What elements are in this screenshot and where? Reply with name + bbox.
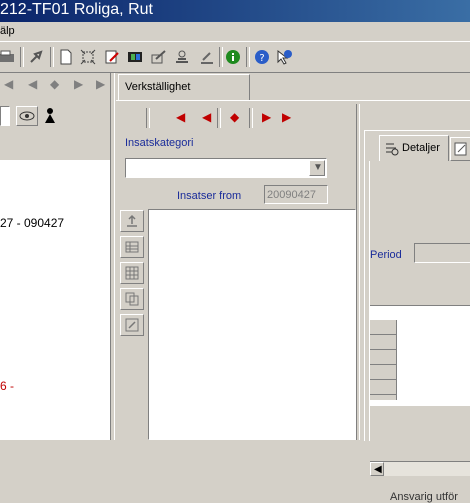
case-list[interactable]: 27 - 090427 6 -: [0, 160, 110, 440]
tab-verkstallighet-label: Verkställighet: [125, 81, 191, 93]
grid-row-header[interactable]: [370, 320, 396, 335]
horizontal-scrollbar[interactable]: ◀: [370, 461, 470, 476]
menu-help[interactable]: älp: [0, 25, 15, 37]
detail-grid[interactable]: [370, 305, 470, 406]
record-prev-icon[interactable]: ◀: [202, 110, 211, 124]
svg-text:?: ?: [259, 53, 264, 64]
copy-icon: [125, 292, 139, 306]
grid-row-header[interactable]: [370, 380, 396, 395]
record-next-icon[interactable]: ▶: [262, 110, 271, 124]
insatskategori-select[interactable]: ▼: [125, 158, 327, 178]
left-search-field[interactable]: [0, 106, 10, 126]
edit-icon: [125, 318, 139, 332]
nav-prev-icon[interactable]: ◀: [28, 77, 37, 91]
eye-icon: [19, 111, 35, 121]
tab-detaljer-label: Detaljer: [402, 142, 440, 154]
panel-splitter[interactable]: [110, 73, 115, 440]
grid-row-header[interactable]: [370, 335, 396, 350]
tab-divider: [116, 100, 470, 101]
case-red-entry: 6 -: [0, 379, 15, 393]
person-icon: [45, 108, 55, 123]
details-icon: [386, 143, 399, 156]
detail-splitter[interactable]: [356, 104, 360, 440]
title-bar: 212-TF01 Roliga, Rut: [0, 0, 470, 22]
case-date-range: 27 - 090427: [0, 216, 65, 230]
scroll-left-button[interactable]: ◀: [370, 462, 384, 476]
notes-icon: [454, 142, 467, 156]
action-button-grid[interactable]: [120, 262, 144, 284]
action-button-copy[interactable]: [120, 288, 144, 310]
arrow-left-icon: ◀: [374, 464, 382, 475]
menu-bar: älp: [0, 22, 470, 42]
info-icon[interactable]: [225, 49, 241, 65]
detail-panel: Detaljer Period ◀ Ansvarig utför: [364, 130, 470, 503]
nav-separator: [146, 108, 150, 128]
new-document-icon[interactable]: [58, 49, 74, 65]
edit-document-icon[interactable]: [104, 49, 120, 65]
record-first-icon[interactable]: ◀: [176, 110, 185, 124]
table-icon: [125, 241, 139, 253]
context-help-icon[interactable]: [276, 49, 292, 65]
insatser-from-field[interactable]: 20090427: [264, 185, 328, 204]
grid-icon: [125, 266, 139, 280]
grid-row-header[interactable]: [370, 365, 396, 380]
nav-next-icon[interactable]: ▶: [74, 77, 83, 91]
toolbar-separator: [219, 47, 223, 67]
record-current-icon[interactable]: ◆: [230, 110, 239, 124]
grid-row-headers: [370, 320, 397, 400]
toolbar-separator: [50, 47, 54, 67]
verkstallighet-panel: Verkställighet ◀ ◀ ◆ ▶ ▶ Insatskategori …: [116, 74, 470, 503]
toolbar-separator: [246, 47, 250, 67]
tab-detaljer[interactable]: Detaljer: [379, 135, 449, 161]
nav-first-icon[interactable]: ◀: [4, 77, 13, 91]
tab-notes[interactable]: [450, 137, 470, 161]
select-icon[interactable]: [80, 49, 96, 65]
add-row-icon: [127, 214, 137, 227]
grid-row-header[interactable]: [370, 350, 396, 365]
nav-current-icon[interactable]: ◆: [50, 77, 59, 91]
insatser-from-value: 20090427: [267, 189, 316, 201]
tab-verkstallighet[interactable]: Verkställighet: [118, 74, 250, 100]
pin-icon[interactable]: [28, 49, 44, 65]
nav-separator: [217, 108, 221, 128]
window-title: 212-TF01 Roliga, Rut: [0, 1, 153, 18]
insatskategori-label: Insatskategori: [125, 137, 194, 149]
view-button[interactable]: [16, 106, 38, 126]
dropdown-button[interactable]: ▼: [309, 160, 325, 176]
ansvarig-label: Ansvarig utför: [390, 491, 458, 503]
left-nav-bar: ◀ ◀ ◆ ▶ ▶: [0, 77, 114, 95]
chevron-down-icon: ▼: [313, 162, 323, 173]
action-button-table[interactable]: [120, 236, 144, 258]
help-icon[interactable]: ?: [254, 49, 270, 65]
toolbar: ?: [0, 42, 470, 73]
record-last-icon[interactable]: ▶: [282, 110, 291, 124]
toolbar-separator: [20, 47, 24, 67]
stamp-icon[interactable]: [174, 49, 190, 65]
period-field[interactable]: [414, 243, 470, 263]
left-panel: ◀ ◀ ◆ ▶ ▶ 27 - 090427 6 -: [0, 73, 114, 440]
insatser-list[interactable]: [148, 209, 356, 440]
detail-content: Period ◀ Ansvarig utför: [369, 161, 470, 503]
nav-last-icon[interactable]: ▶: [96, 77, 105, 91]
nav-separator: [249, 108, 253, 128]
insatser-from-label: Insatser from: [177, 190, 242, 202]
pen-icon[interactable]: [199, 49, 215, 65]
period-label: Period: [370, 249, 402, 261]
printer-icon[interactable]: [0, 49, 16, 65]
film-icon[interactable]: [127, 49, 143, 65]
action-button-edit[interactable]: [120, 314, 144, 336]
action-button-add[interactable]: [120, 210, 144, 232]
sign-icon[interactable]: [151, 49, 167, 65]
